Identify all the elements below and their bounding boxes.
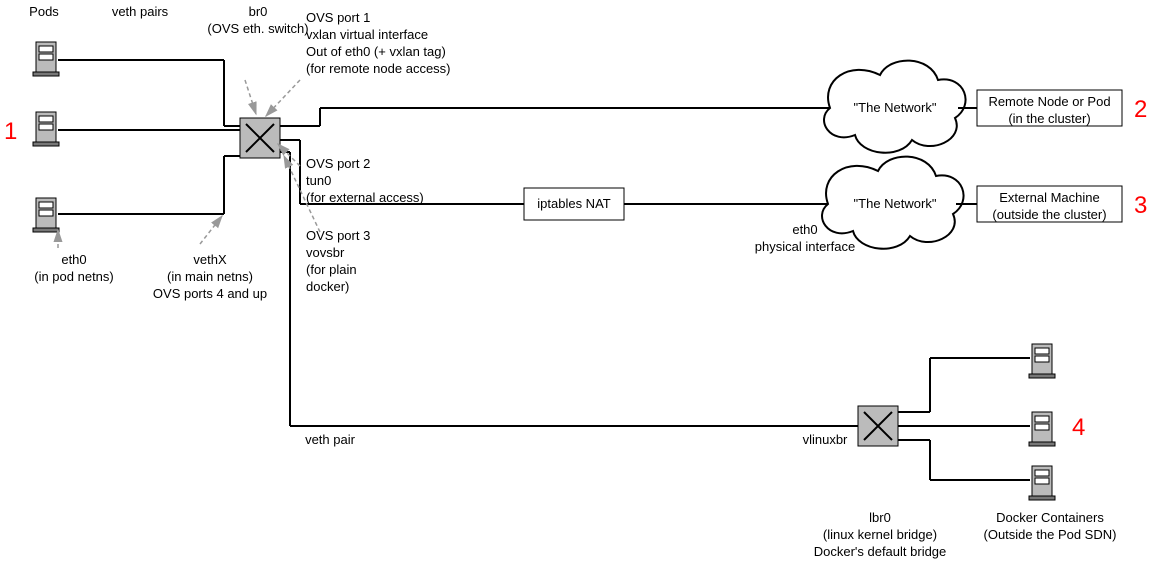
marker-1: 1 (4, 118, 17, 146)
docker-container-icon (1029, 344, 1055, 378)
port1-label: OVS port 1 vxlan virtual interface Out o… (306, 10, 506, 78)
pod-computer-icon (33, 198, 59, 232)
docker-containers-label: Docker Containers (Outside the Pod SDN) (970, 510, 1130, 544)
remote-node-label: Remote Node or Pod (in the cluster) (977, 94, 1122, 128)
marker-2: 2 (1134, 96, 1147, 124)
pod-computer-icon (33, 112, 59, 146)
port2-label: OVS port 2 tun0 (for external access) (306, 156, 466, 207)
network2-label: "The Network" (840, 196, 950, 213)
veth-pairs-label: veth pairs (100, 4, 180, 21)
marker-4: 4 (1072, 414, 1085, 442)
veth-pair-bottom-label: veth pair (290, 432, 370, 449)
eth0-phys-label: eth0 physical interface (740, 222, 870, 256)
eth0-pod-label: eth0 (in pod netns) (24, 252, 124, 286)
lbr0-switch-icon (858, 406, 898, 446)
pod-computer-icon (33, 42, 59, 76)
vethx-label: vethX (in main netns) OVS ports 4 and up (140, 252, 280, 303)
network1-label: "The Network" (840, 100, 950, 117)
external-machine-label: External Machine (outside the cluster) (977, 190, 1122, 224)
marker-3: 3 (1134, 192, 1147, 220)
pods-label: Pods (24, 4, 64, 21)
iptables-label: iptables NAT (524, 196, 624, 213)
vlinuxbr-label: vlinuxbr (790, 432, 860, 449)
lbr0-label: lbr0 (linux kernel bridge) Docker's defa… (800, 510, 960, 561)
docker-container-icon (1029, 466, 1055, 500)
br0-label: br0 (OVS eth. switch) (198, 4, 318, 38)
port3-label: OVS port 3 vovsbr (for plain docker) (306, 228, 426, 296)
docker-container-icon (1029, 412, 1055, 446)
br0-switch-icon (240, 118, 280, 158)
